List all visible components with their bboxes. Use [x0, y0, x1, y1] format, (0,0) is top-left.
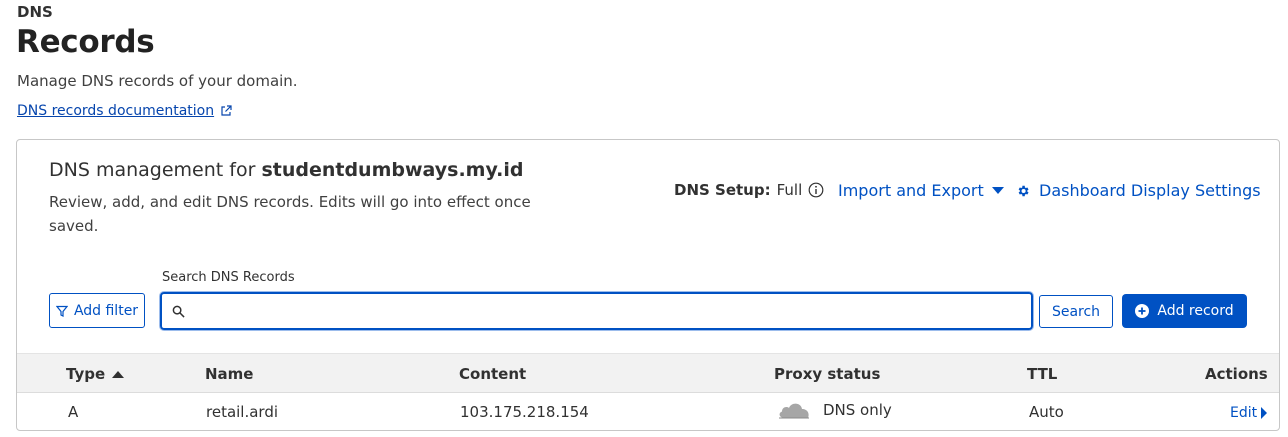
filter-icon: [55, 305, 68, 317]
column-header-name[interactable]: Name: [205, 365, 253, 383]
add-filter-label: Add filter: [73, 302, 139, 319]
plus-circle-icon: [1135, 304, 1150, 318]
import-export-dropdown[interactable]: Import and Export: [838, 181, 1004, 200]
documentation-link[interactable]: DNS records documentation: [17, 103, 232, 119]
domain-name: studentdumbways.my.id: [261, 159, 524, 181]
record-content: 103.175.218.154: [460, 403, 589, 421]
add-record-label: Add record: [1157, 303, 1234, 319]
proxy-status-label: DNS only: [823, 401, 892, 419]
column-header-actions: Actions: [1205, 365, 1268, 383]
column-type-label: Type: [66, 365, 106, 383]
record-name: retail.ardi: [206, 403, 279, 421]
column-header-ttl[interactable]: TTL: [1027, 365, 1057, 383]
info-icon[interactable]: [808, 182, 824, 198]
search-input[interactable]: [193, 294, 1031, 328]
search-field[interactable]: [160, 292, 1033, 330]
card-title-prefix: DNS management for: [49, 159, 262, 181]
page-title: Records: [16, 24, 155, 60]
section-eyebrow: DNS: [17, 3, 53, 21]
records-table-header: Type Name Content Proxy status TTL Actio…: [17, 353, 1279, 393]
cloud-dns-only-icon: [779, 403, 809, 419]
page-description: Manage DNS records of your domain.: [17, 72, 298, 90]
sort-asc-icon: [112, 370, 125, 378]
search-icon: [172, 305, 185, 318]
table-row[interactable]: A retail.ardi 103.175.218.154 DNS only A…: [17, 394, 1279, 430]
record-type: A: [68, 403, 79, 421]
import-export-label: Import and Export: [838, 181, 984, 200]
caret-down-icon: [991, 187, 1004, 194]
search-button[interactable]: Search: [1039, 295, 1113, 328]
card-title: DNS management for studentdumbways.my.id: [49, 159, 523, 181]
gear-icon: [1018, 185, 1029, 196]
add-record-button[interactable]: Add record: [1122, 294, 1247, 328]
column-header-proxy-status[interactable]: Proxy status: [774, 365, 880, 383]
record-proxy-status: DNS only: [777, 400, 892, 420]
caret-right-icon: [1261, 407, 1268, 419]
dns-management-card: DNS management for studentdumbways.my.id…: [16, 139, 1280, 431]
dns-setup-label: DNS Setup:: [674, 181, 771, 199]
card-description: Review, add, and edit DNS records. Edits…: [49, 193, 531, 235]
search-label: Search DNS Records: [162, 270, 295, 285]
column-header-content[interactable]: Content: [459, 365, 526, 383]
external-link-icon: [221, 105, 232, 116]
column-header-type[interactable]: Type: [66, 365, 125, 383]
dns-setup-status: DNS Setup: Full: [674, 181, 824, 199]
dashboard-display-settings-button[interactable]: Dashboard Display Settings: [1016, 181, 1261, 200]
dashboard-display-settings-label: Dashboard Display Settings: [1039, 181, 1261, 200]
dns-setup-value: Full: [776, 181, 803, 199]
record-ttl: Auto: [1029, 403, 1064, 421]
add-filter-button[interactable]: Add filter: [49, 293, 145, 328]
edit-label: Edit: [1230, 405, 1258, 421]
edit-record-button[interactable]: Edit: [1230, 405, 1268, 421]
documentation-link-label: DNS records documentation: [17, 103, 215, 119]
